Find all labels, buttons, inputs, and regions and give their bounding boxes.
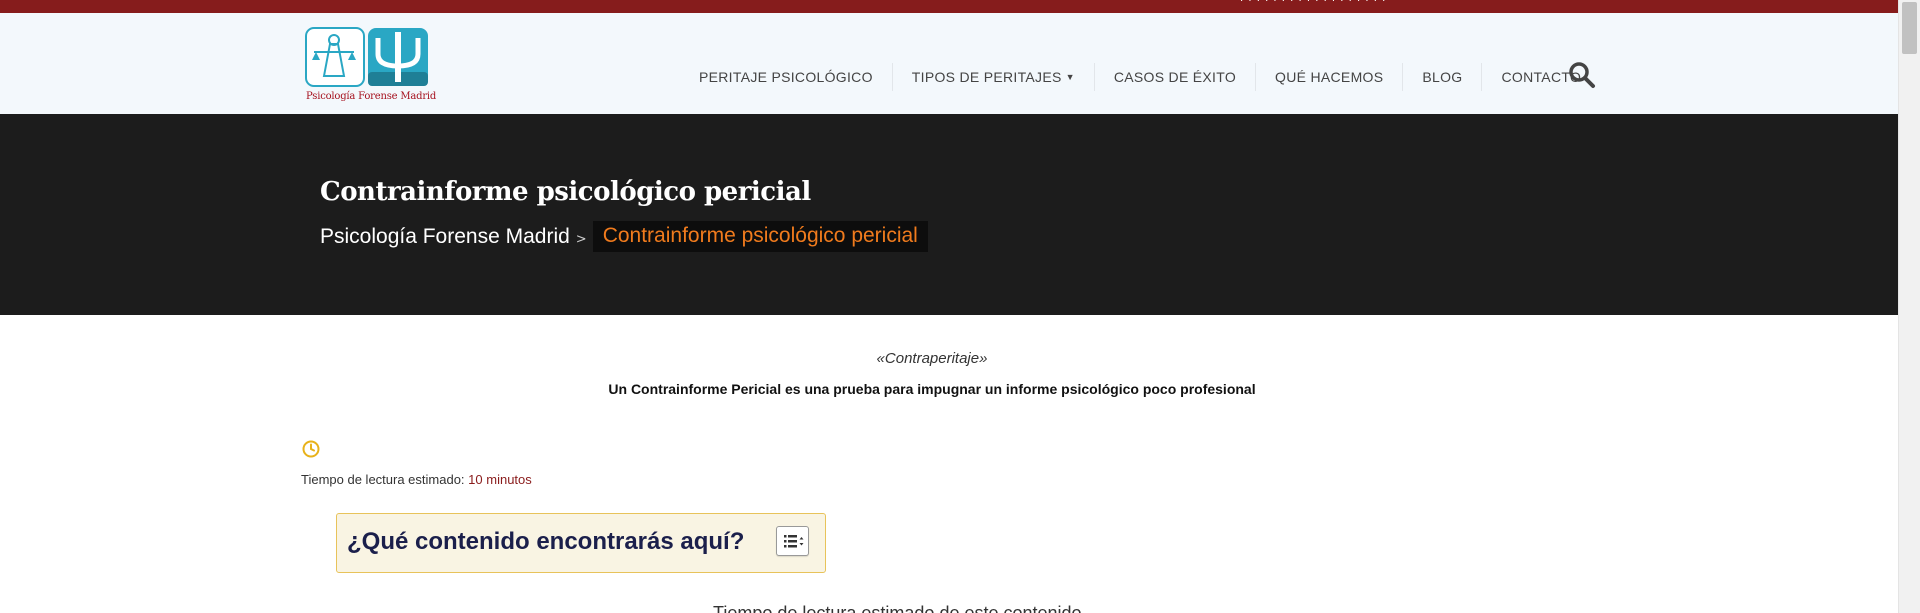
site-logo[interactable]: Psicología Forense Madrid — [304, 26, 436, 106]
nav-item-peritaje-psicologico[interactable]: PERITAJE PSICOLÓGICO — [680, 63, 892, 91]
top-bar: · · · · · · · · · · · · · · · · · · — [0, 0, 1920, 13]
reading-time-value: 10 minutos — [468, 472, 532, 487]
breadcrumb: Psicología Forense Madrid > Contrainform… — [320, 221, 928, 252]
table-of-contents: ¿Qué contenido encontrarás aquí? — [336, 513, 826, 573]
reading-time: Tiempo de lectura estimado: 10 minutos — [301, 472, 532, 487]
page-title: Contrainforme psicológico pericial — [320, 177, 811, 207]
breadcrumb-separator: > — [575, 232, 587, 247]
nav-item-label: CASOS DE ÉXITO — [1113, 69, 1237, 85]
site-header: Psicología Forense Madrid PERITAJE PSICO… — [0, 13, 1920, 114]
top-bar-text: · · · · · · · · · · · · · · · · · · — [1240, 0, 1387, 7]
breadcrumb-current: Contrainforme psicológico pericial — [592, 221, 928, 252]
nav-item-casos-de-exito[interactable]: CASOS DE ÉXITO — [1093, 63, 1255, 91]
nav-item-tipos-de-peritajes[interactable]: TIPOS DE PERITAJES ▼ — [891, 63, 1094, 91]
logo-graphic — [305, 27, 428, 87]
toc-toggle-button[interactable] — [776, 526, 809, 556]
article-lead: Un Contrainforme Pericial es una prueba … — [608, 381, 1256, 397]
page-hero: Contrainforme psicológico pericial Psico… — [0, 114, 1898, 315]
chevron-down-icon: ▼ — [1065, 72, 1075, 82]
logo-text: Psicología Forense Madrid — [306, 91, 437, 102]
nav-item-que-hacemos[interactable]: QUÉ HACEMOS — [1255, 63, 1402, 91]
page-scrollbar[interactable] — [1898, 0, 1920, 613]
breadcrumb-home-link[interactable]: Psicología Forense Madrid — [320, 225, 570, 249]
nav-item-label: TIPOS DE PERITAJES — [911, 69, 1062, 85]
clock-icon — [302, 440, 320, 458]
search-button[interactable] — [1568, 61, 1596, 89]
nav-item-label: PERITAJE PSICOLÓGICO — [699, 69, 873, 85]
scrollbar-thumb[interactable] — [1902, 2, 1917, 54]
toc-title: ¿Qué contenido encontrarás aquí? — [347, 528, 745, 555]
list-toggle-icon — [784, 535, 804, 548]
reading-time-label: Tiempo de lectura estimado: — [301, 472, 465, 487]
nav-item-label: QUÉ HACEMOS — [1275, 69, 1384, 85]
search-icon — [1569, 62, 1595, 88]
article-subtitle: «Contraperitaje» — [876, 350, 988, 367]
nav-item-label: BLOG — [1422, 69, 1463, 85]
content-caption-peek: Tiempo de lectura estimado de este conte… — [713, 603, 1082, 613]
nav-item-blog[interactable]: BLOG — [1402, 63, 1481, 91]
main-nav: PERITAJE PSICOLÓGICO TIPOS DE PERITAJES ▼… — [680, 57, 1600, 97]
